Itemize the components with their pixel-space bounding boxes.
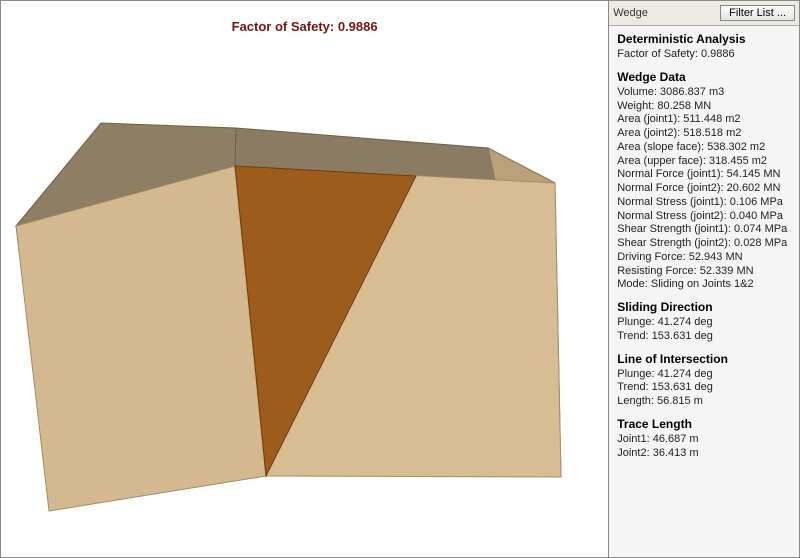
3d-viewport[interactable]: Factor of Safety: 0.9886 (1, 1, 609, 557)
normal-force-joint2: Normal Force (joint2): 20.602 MN (617, 182, 793, 196)
section-title-line-intersection: Line of Intersection (617, 352, 793, 367)
section-title-deterministic: Deterministic Analysis (617, 32, 793, 47)
section-title-sliding-direction: Sliding Direction (617, 300, 793, 315)
sliding-trend: Trend: 153.631 deg (617, 330, 793, 344)
info-panel: Wedge Filter List ... Deterministic Anal… (609, 1, 799, 557)
info-panel-header: Wedge Filter List ... (609, 1, 799, 26)
shear-strength-joint2: Shear Strength (joint2): 0.028 MPa (617, 237, 793, 251)
section-title-wedge-data: Wedge Data (617, 70, 793, 85)
normal-stress-joint2: Normal Stress (joint2): 0.040 MPa (617, 210, 793, 224)
fos-value: Factor of Safety: 0.9886 (617, 48, 793, 62)
wedge-volume: Volume: 3086.837 m3 (617, 86, 793, 100)
area-joint2: Area (joint2): 518.518 m2 (617, 127, 793, 141)
trace-joint1: Joint1: 46.687 m (617, 433, 793, 447)
app-window: Factor of Safety: 0.9886 Wedge Filter Li… (0, 0, 800, 558)
sliding-mode: Mode: Sliding on Joints 1&2 (617, 278, 793, 292)
area-upper-face: Area (upper face): 318.455 m2 (617, 155, 793, 169)
shear-strength-joint1: Shear Strength (joint1): 0.074 MPa (617, 223, 793, 237)
normal-force-joint1: Normal Force (joint1): 54.145 MN (617, 168, 793, 182)
section-title-trace-length: Trace Length (617, 417, 793, 432)
panel-title: Wedge (613, 7, 714, 19)
area-slope-face: Area (slope face): 538.302 m2 (617, 141, 793, 155)
wedge-weight: Weight: 80.258 MN (617, 100, 793, 114)
sliding-plunge: Plunge: 41.274 deg (617, 316, 793, 330)
info-panel-body: Deterministic Analysis Factor of Safety:… (609, 26, 799, 466)
intersection-trend: Trend: 153.631 deg (617, 381, 793, 395)
driving-force: Driving Force: 52.943 MN (617, 251, 793, 265)
intersection-plunge: Plunge: 41.274 deg (617, 368, 793, 382)
normal-stress-joint1: Normal Stress (joint1): 0.106 MPa (617, 196, 793, 210)
filter-list-button[interactable]: Filter List ... (720, 5, 795, 21)
wedge-render (1, 1, 609, 557)
trace-joint2: Joint2: 36.413 m (617, 447, 793, 461)
intersection-length: Length: 56.815 m (617, 395, 793, 409)
area-joint1: Area (joint1): 511.448 m2 (617, 113, 793, 127)
resisting-force: Resisting Force: 52.339 MN (617, 265, 793, 279)
